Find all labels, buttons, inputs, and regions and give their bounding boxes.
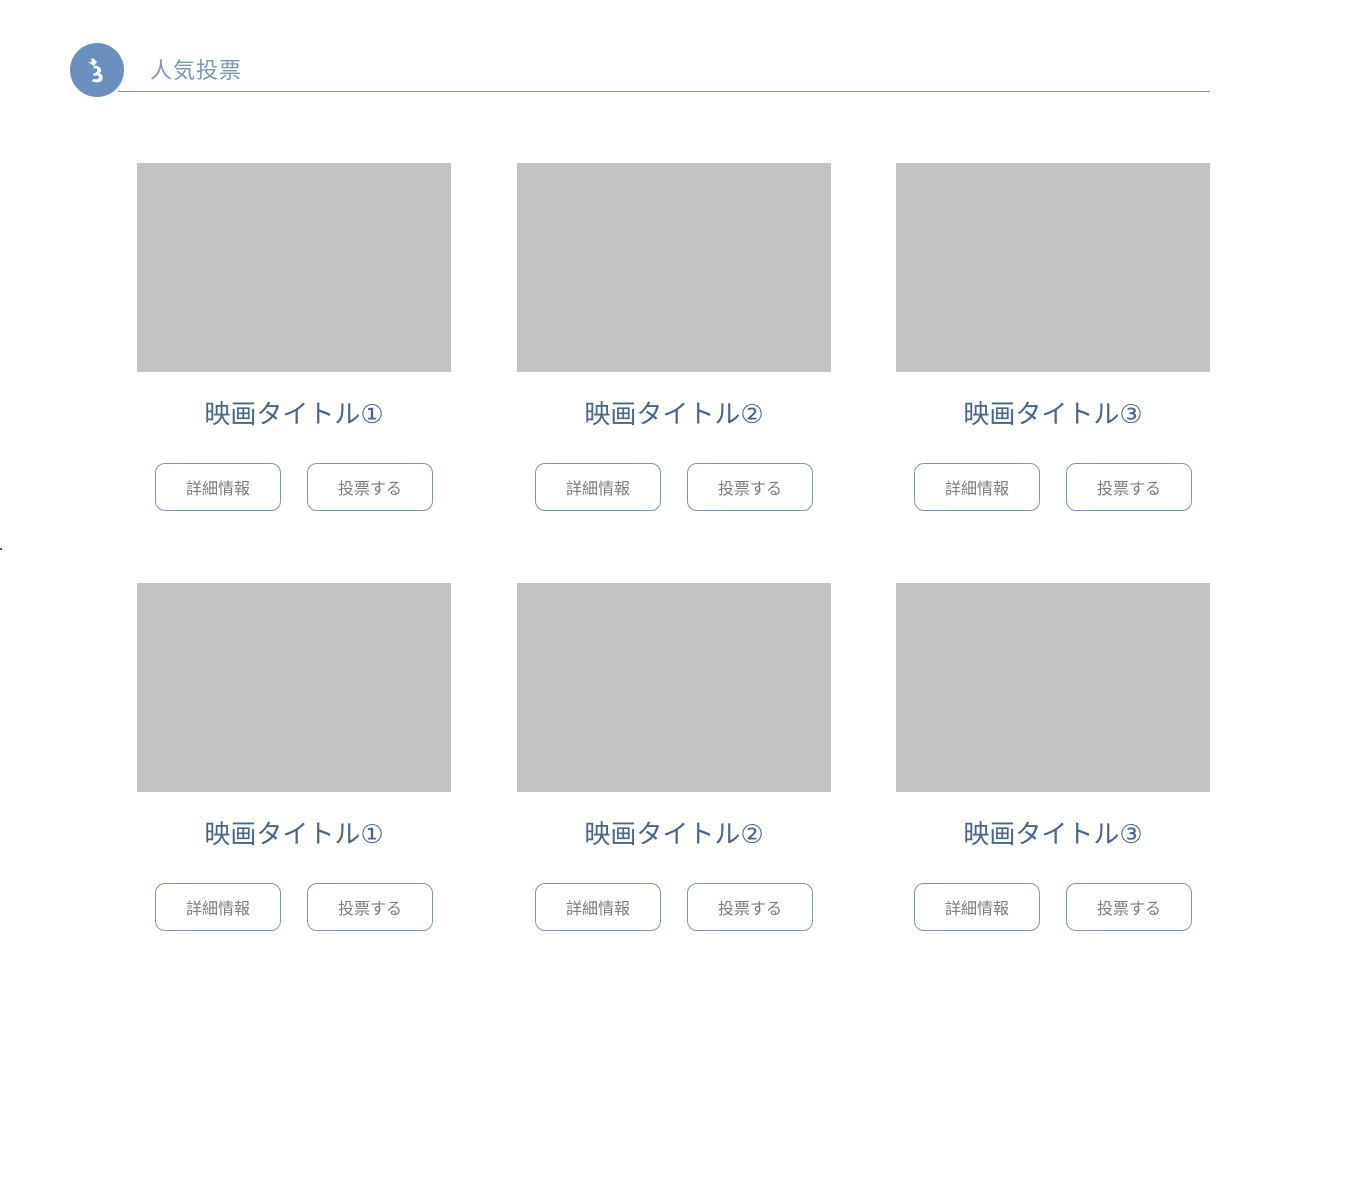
- page-title: 人気投票: [150, 59, 243, 84]
- movie-actions: 詳細情報 投票する: [155, 883, 433, 931]
- detail-button[interactable]: 詳細情報: [155, 463, 281, 511]
- movie-card: 映画タイトル③ 詳細情報 投票する: [896, 583, 1210, 931]
- movie-title: 映画タイトル③: [963, 400, 1143, 430]
- page: 人気投票 映画タイトル① 詳細情報 投票する 映画タイトル② 詳細情報 投票する…: [0, 0, 1348, 1200]
- movie-card: 映画タイトル③ 詳細情報 投票する: [896, 163, 1210, 511]
- movie-thumbnail[interactable]: [137, 583, 451, 792]
- movie-actions: 詳細情報 投票する: [535, 883, 813, 931]
- movie-thumbnail[interactable]: [517, 583, 831, 792]
- movie-title: 映画タイトル②: [584, 400, 764, 430]
- movie-card: 映画タイトル② 詳細情報 投票する: [517, 583, 831, 931]
- detail-button[interactable]: 詳細情報: [535, 463, 661, 511]
- movie-actions: 詳細情報 投票する: [535, 463, 813, 511]
- movie-thumbnail[interactable]: [896, 583, 1210, 792]
- vote-button[interactable]: 投票する: [307, 883, 433, 931]
- movie-actions: 詳細情報 投票する: [155, 463, 433, 511]
- movie-title: 映画タイトル②: [584, 820, 764, 850]
- movie-thumbnail[interactable]: [896, 163, 1210, 372]
- vote-button[interactable]: 投票する: [1066, 463, 1192, 511]
- movie-card: 映画タイトル② 詳細情報 投票する: [517, 163, 831, 511]
- vote-button[interactable]: 投票する: [307, 463, 433, 511]
- vote-button[interactable]: 投票する: [687, 463, 813, 511]
- vote-button[interactable]: 投票する: [687, 883, 813, 931]
- detail-button[interactable]: 詳細情報: [914, 463, 1040, 511]
- movie-card: 映画タイトル① 詳細情報 投票する: [137, 583, 451, 931]
- detail-button[interactable]: 詳細情報: [914, 883, 1040, 931]
- vote-button[interactable]: 投票する: [1066, 883, 1192, 931]
- movie-thumbnail[interactable]: [137, 163, 451, 372]
- detail-button[interactable]: 詳細情報: [535, 883, 661, 931]
- stray-mark: [0, 548, 2, 550]
- movie-actions: 詳細情報 投票する: [914, 883, 1192, 931]
- movie-card: 映画タイトル① 詳細情報 投票する: [137, 163, 451, 511]
- detail-button[interactable]: 詳細情報: [155, 883, 281, 931]
- movie-actions: 詳細情報 投票する: [914, 463, 1192, 511]
- movie-title: 映画タイトル③: [963, 820, 1143, 850]
- movie-title: 映画タイトル①: [204, 820, 384, 850]
- movie-title: 映画タイトル①: [204, 400, 384, 430]
- movie-thumbnail[interactable]: [517, 163, 831, 372]
- header-divider: [118, 91, 1210, 92]
- voting-hand-icon: [70, 43, 124, 97]
